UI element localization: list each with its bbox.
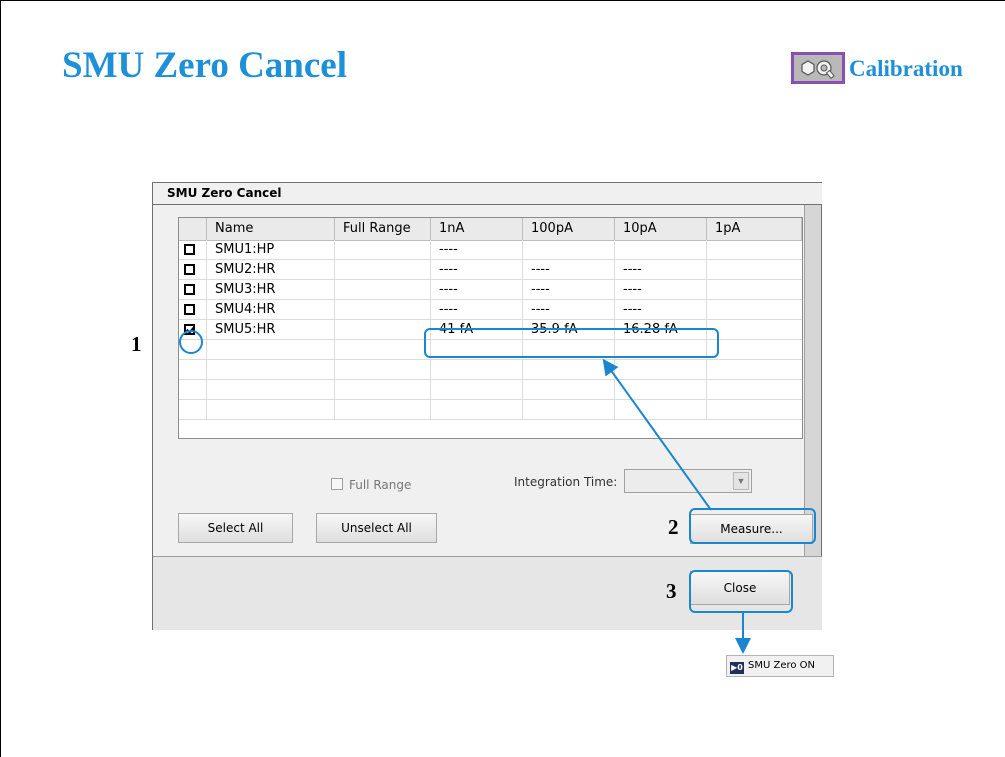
cell-name <box>207 400 335 420</box>
measure-highlight <box>689 508 816 544</box>
row-select-cell <box>179 280 207 300</box>
cell-full-range <box>335 260 431 280</box>
dialog-title: SMU Zero Cancel <box>153 183 822 205</box>
cell-1na: ---- <box>431 260 523 280</box>
unselect-all-button[interactable]: Unselect All <box>316 513 437 543</box>
cell-10pa <box>615 380 707 400</box>
table-header: Name Full Range 1nA 100pA 10pA 1pA <box>179 218 802 241</box>
cell-full-range <box>335 340 431 360</box>
cell-10pa: ---- <box>615 300 707 320</box>
cell-full-range <box>335 320 431 340</box>
cell-name: SMU3:HR <box>207 280 335 300</box>
table-row[interactable]: SMU2:HR ---- ---- ---- <box>179 260 802 280</box>
table-row[interactable]: SMU4:HR ---- ---- ---- <box>179 300 802 320</box>
cell-full-range <box>335 400 431 420</box>
calibration-icon <box>791 52 845 84</box>
cell-100pa <box>523 380 615 400</box>
cell-1na <box>431 360 523 380</box>
row-checkbox[interactable] <box>184 304 195 315</box>
table-row <box>179 400 802 420</box>
column-header-name[interactable]: Name <box>207 218 335 240</box>
cell-100pa <box>523 400 615 420</box>
row-select-cell <box>179 360 207 380</box>
slide-title: SMU Zero Cancel <box>62 45 347 86</box>
cell-1pa <box>707 320 802 340</box>
row-checkbox[interactable] <box>184 244 195 255</box>
cell-full-range <box>335 240 431 260</box>
cell-name: SMU2:HR <box>207 260 335 280</box>
cell-name: SMU4:HR <box>207 300 335 320</box>
full-range-checkbox[interactable]: Full Range <box>331 478 411 492</box>
results-highlight <box>424 328 719 358</box>
cell-1pa <box>707 300 802 320</box>
cell-1na <box>431 380 523 400</box>
integration-time-select[interactable]: ▼ <box>624 469 752 493</box>
cell-100pa <box>523 360 615 380</box>
select-all-button[interactable]: Select All <box>178 513 293 543</box>
step-1-highlight <box>179 330 203 354</box>
cell-1pa <box>707 240 802 260</box>
column-header-100pa[interactable]: 100pA <box>523 218 615 240</box>
cell-full-range <box>335 360 431 380</box>
cell-1na: ---- <box>431 280 523 300</box>
step-number-1: 1 <box>131 332 142 356</box>
cell-1pa <box>707 400 802 420</box>
column-header-1pa[interactable]: 1pA <box>707 218 802 240</box>
cell-name <box>207 380 335 400</box>
smu-zero-status-indicator: ▶0 SMU Zero ON <box>726 655 834 677</box>
step-number-3: 3 <box>666 579 677 603</box>
step-number-2: 2 <box>668 515 679 539</box>
table-row <box>179 360 802 380</box>
cell-name: SMU5:HR <box>207 320 335 340</box>
cell-10pa <box>615 240 707 260</box>
cell-1pa <box>707 360 802 380</box>
cell-full-range <box>335 380 431 400</box>
cell-10pa <box>615 360 707 380</box>
cell-10pa: ---- <box>615 260 707 280</box>
column-header-select <box>179 218 207 240</box>
full-range-checkbox-label: Full Range <box>349 478 412 492</box>
smu-zero-cancel-dialog: SMU Zero Cancel Name Full Range 1nA 100p… <box>152 182 822 630</box>
cell-1pa <box>707 260 802 280</box>
cell-full-range <box>335 300 431 320</box>
slide-top-border <box>0 0 1005 1</box>
row-checkbox[interactable] <box>184 284 195 295</box>
cell-100pa <box>523 240 615 260</box>
cell-full-range <box>335 280 431 300</box>
row-select-cell <box>179 400 207 420</box>
row-checkbox[interactable] <box>184 264 195 275</box>
column-header-10pa[interactable]: 10pA <box>615 218 707 240</box>
smu-zero-status-text: SMU Zero ON <box>748 660 816 671</box>
play-icon: ▶0 <box>730 662 744 674</box>
cell-1na <box>431 400 523 420</box>
cell-1na: ---- <box>431 300 523 320</box>
table-row[interactable]: SMU1:HP ---- <box>179 240 802 260</box>
integration-time-label: Integration Time: <box>514 475 618 489</box>
cell-1pa <box>707 280 802 300</box>
cell-1na: ---- <box>431 240 523 260</box>
cell-10pa <box>615 400 707 420</box>
cell-1pa <box>707 340 802 360</box>
cell-name <box>207 360 335 380</box>
cell-100pa: ---- <box>523 300 615 320</box>
row-select-cell <box>179 240 207 260</box>
slide-left-border <box>0 0 1 757</box>
full-range-checkbox-box[interactable] <box>331 478 343 490</box>
row-select-cell <box>179 380 207 400</box>
column-header-1na[interactable]: 1nA <box>431 218 523 240</box>
table-row[interactable]: SMU3:HR ---- ---- ---- <box>179 280 802 300</box>
close-highlight <box>689 570 793 613</box>
cell-name <box>207 340 335 360</box>
cell-1pa <box>707 380 802 400</box>
cell-100pa: ---- <box>523 260 615 280</box>
table-row <box>179 380 802 400</box>
row-select-cell <box>179 300 207 320</box>
column-header-full-range[interactable]: Full Range <box>335 218 431 240</box>
cell-10pa: ---- <box>615 280 707 300</box>
row-select-cell <box>179 260 207 280</box>
calibration-label: Calibration <box>849 56 963 81</box>
cell-100pa: ---- <box>523 280 615 300</box>
chevron-down-icon[interactable]: ▼ <box>733 472 749 490</box>
cell-name: SMU1:HP <box>207 240 335 260</box>
